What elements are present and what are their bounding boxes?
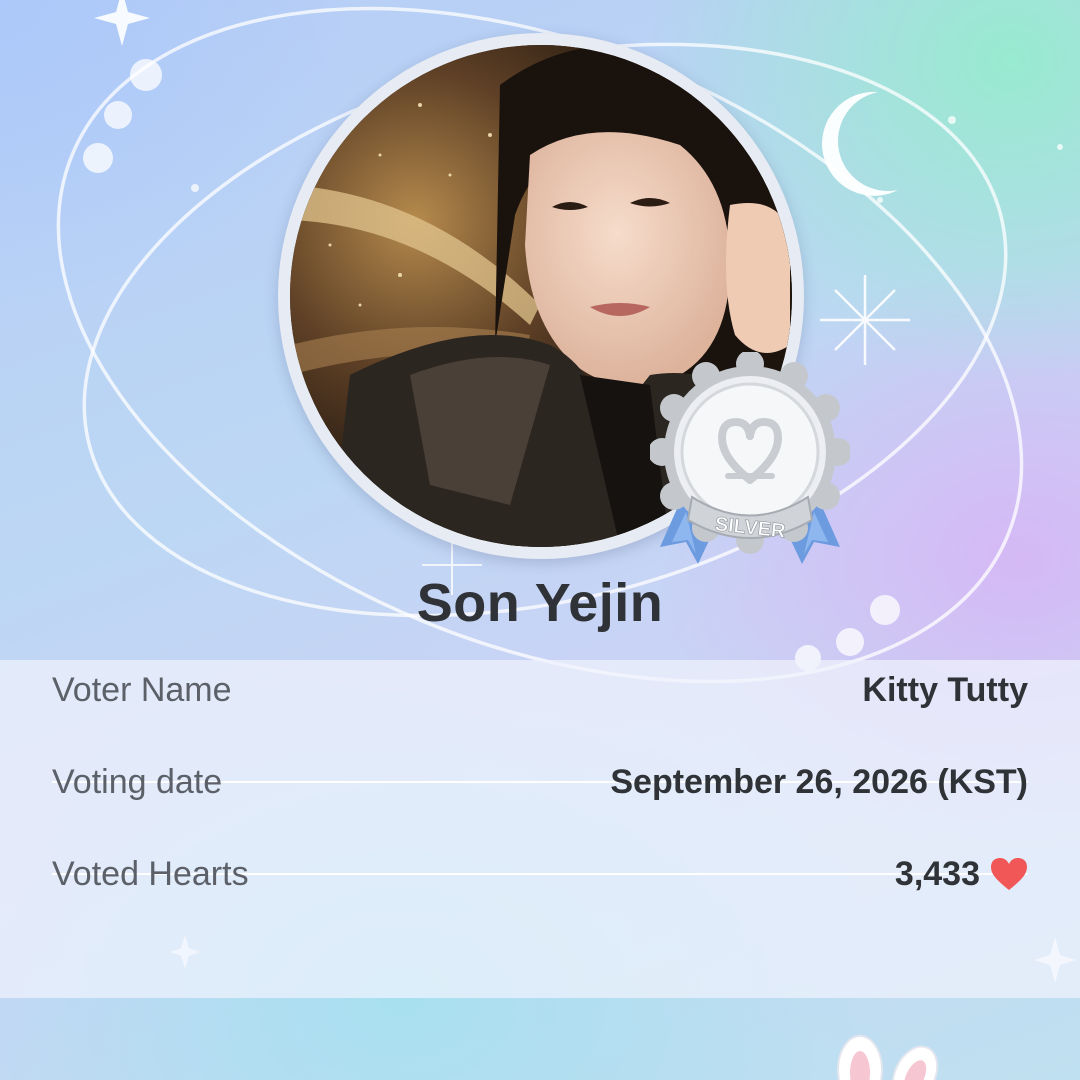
voter-name-value: Kitty Tutty [862, 670, 1028, 709]
voted-hearts-value: 3,433 [894, 854, 980, 893]
silver-medal-icon: SILVER [650, 352, 850, 564]
voting-date-value: September 26, 2026 (KST) [610, 762, 1028, 801]
heart-icon [991, 858, 1027, 890]
bunny-decoration [837, 1035, 939, 1080]
voted-hearts-label: Voted Hearts [52, 854, 249, 893]
voter-name-row: Voter Name Kitty Tutty [52, 644, 1028, 736]
voted-hearts-value-group: 3,433 [895, 855, 1028, 894]
sparkle-icon [94, 0, 150, 46]
idol-name: Son Yejin [416, 573, 664, 633]
voted-hearts-row: Voted Hearts 3,433 [52, 828, 1028, 920]
vote-certificate-page: SILVER Son Yejin Voter Name Kitty Tutty … [0, 0, 1080, 1080]
crescent-moon-icon [822, 91, 898, 196]
voting-date-row: Voting date September 26, 2026 (KST) [52, 736, 1028, 828]
voter-name-label: Voter Name [52, 670, 232, 709]
voting-date-label: Voting date [52, 762, 223, 801]
